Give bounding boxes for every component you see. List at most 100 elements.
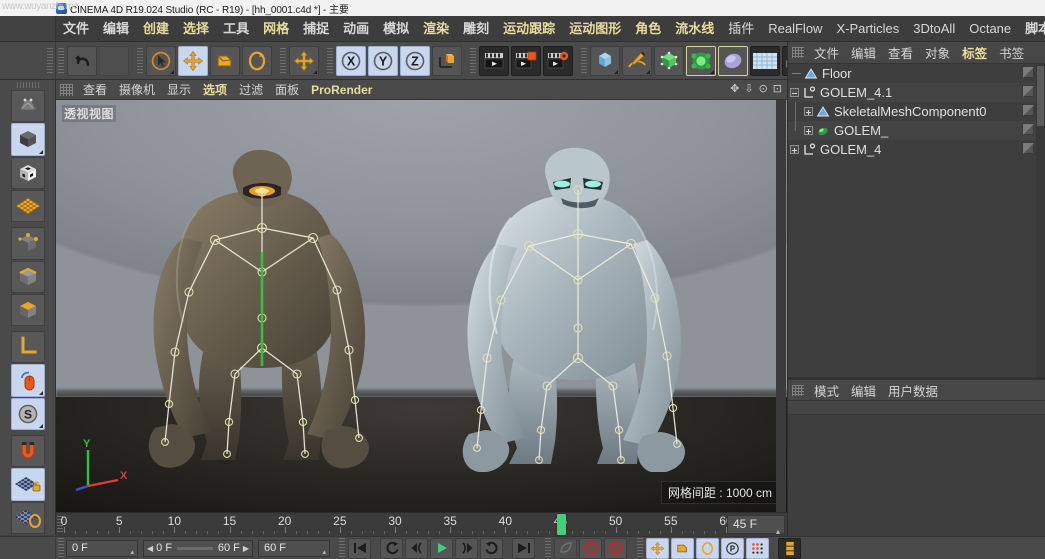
group-grip-axis-locks[interactable]: [327, 47, 333, 74]
menu-item-file[interactable]: 文件: [56, 16, 96, 41]
model-mode-button[interactable]: [10, 123, 45, 156]
expander-minus-golem-41[interactable]: [790, 88, 799, 97]
viewport-vertical-scrollbar[interactable]: [776, 100, 786, 512]
tool-popup-corner[interactable]: [170, 69, 174, 74]
menu-item-octane[interactable]: Octane: [962, 16, 1018, 41]
attribute-manager-body[interactable]: [788, 415, 1045, 530]
viewport-panel-icon[interactable]: [60, 83, 73, 96]
enable-snap-button[interactable]: [10, 435, 45, 468]
step-back-button[interactable]: [405, 537, 428, 559]
object-manager-panel-icon[interactable]: [792, 47, 804, 58]
viewport-menu-view[interactable]: 查看: [77, 81, 113, 98]
axis-popup-corner[interactable]: [313, 69, 317, 74]
soft-selection-button[interactable]: S: [10, 397, 45, 431]
lock-x-axis-button[interactable]: X: [336, 45, 366, 76]
live-selection-tool[interactable]: [146, 45, 176, 76]
spline-popup-corner[interactable]: [646, 69, 650, 74]
render-view-button[interactable]: [479, 45, 509, 76]
lock-z-axis-button[interactable]: Z: [400, 45, 430, 76]
deformer-popup-corner[interactable]: [710, 69, 714, 74]
toolbar-grip[interactable]: [47, 47, 53, 74]
menu-item-3dtoall[interactable]: 3DtoAll: [906, 16, 962, 41]
menu-item-mesh[interactable]: 网格: [256, 16, 296, 41]
om-menu-edit[interactable]: 编辑: [845, 43, 882, 62]
object-row-skeletal-mesh[interactable]: SkeletalMeshComponent0: [788, 102, 1045, 121]
polygon-mode-button[interactable]: [10, 293, 45, 327]
viewport-menu-panel[interactable]: 面板: [269, 81, 305, 98]
next-keyframe-button[interactable]: [480, 537, 503, 559]
perspective-viewport[interactable]: 透视视图 网格间距 : 1000 cm Y X: [56, 100, 787, 512]
golem-rock-character[interactable]: [131, 142, 391, 472]
menu-item-tools[interactable]: 工具: [216, 16, 256, 41]
menu-item-script[interactable]: 脚本: [1018, 16, 1045, 41]
group-grip-render[interactable]: [470, 47, 476, 74]
record-params-grip[interactable]: [637, 537, 643, 559]
menu-item-pipeline[interactable]: 流水线: [668, 16, 721, 41]
tag-icon[interactable]: [1022, 142, 1034, 154]
transport-grip[interactable]: [58, 537, 64, 559]
timeline-track[interactable]: 051015202530354045505560: [61, 513, 733, 536]
keyframe-selection-button[interactable]: [778, 537, 801, 559]
pan-icon[interactable]: ✥: [730, 84, 739, 95]
object-row-golem-4[interactable]: GOLEM_4: [788, 140, 1045, 159]
rotate-icon[interactable]: ⊙: [759, 84, 768, 95]
add-environment-button[interactable]: [750, 45, 780, 76]
play-mode-button[interactable]: [554, 537, 577, 559]
left-toolbar-grip[interactable]: [16, 82, 39, 88]
expander-plus-golem-4[interactable]: [790, 145, 799, 154]
attribute-manager-panel-icon[interactable]: [792, 384, 804, 396]
range-right-arrow[interactable]: ▶: [243, 544, 249, 553]
document-end-stepper[interactable]: ▴: [322, 545, 326, 559]
menu-item-mograph[interactable]: 运动图形: [562, 16, 628, 41]
object-manager-scrollbar[interactable]: [1036, 64, 1045, 377]
am-menu-edit[interactable]: 编辑: [845, 381, 882, 400]
viewport-menu-options[interactable]: 选项: [197, 81, 233, 98]
add-deformer-button[interactable]: [686, 45, 716, 76]
menu-item-select[interactable]: 选择: [176, 16, 216, 41]
current-frame-spinner[interactable]: ▴: [776, 523, 780, 536]
current-frame-stepper[interactable]: ▴: [130, 545, 134, 559]
play-button[interactable]: [430, 537, 453, 559]
menu-item-xparticles[interactable]: X-Particles: [829, 16, 906, 41]
lock-workplane-button[interactable]: [10, 468, 45, 501]
workplane-mode-button[interactable]: [10, 189, 45, 223]
move-tool[interactable]: [178, 45, 208, 76]
object-row-golem-underscore[interactable]: GOLEM_: [788, 121, 1045, 140]
menu-item-simulate[interactable]: 模拟: [376, 16, 416, 41]
om-menu-file[interactable]: 文件: [808, 43, 845, 62]
add-cube-button[interactable]: [590, 45, 620, 76]
menu-item-character[interactable]: 角色: [628, 16, 668, 41]
add-scene-object-button[interactable]: [718, 45, 748, 76]
record-rotation-button[interactable]: [696, 537, 719, 559]
menu-item-create[interactable]: 创建: [136, 16, 176, 41]
expander-plus-skeletal-mesh[interactable]: [804, 107, 813, 116]
scale-tool[interactable]: [210, 45, 240, 76]
previous-keyframe-button[interactable]: [380, 537, 403, 559]
cube-popup-corner[interactable]: [614, 69, 618, 74]
autokeying-button[interactable]: ?: [604, 537, 627, 559]
group-grip-tools[interactable]: [137, 47, 143, 74]
tag-icon[interactable]: [1022, 123, 1034, 135]
record-position-button[interactable]: [646, 537, 669, 559]
om-menu-bookmarks[interactable]: 书签: [993, 43, 1030, 62]
viewport-menu-display[interactable]: 显示: [161, 81, 197, 98]
record-parameter-button[interactable]: P: [721, 537, 744, 559]
world-coordinate-button[interactable]: [432, 45, 462, 76]
menu-item-motion-tracker[interactable]: 运动跟踪: [496, 16, 562, 41]
viewport-menu-cameras[interactable]: 摄像机: [113, 81, 161, 98]
group-grip-history[interactable]: [58, 47, 64, 74]
record-point-level-button[interactable]: [746, 537, 769, 559]
add-spline-button[interactable]: [622, 45, 652, 76]
om-menu-objects[interactable]: 对象: [919, 43, 956, 62]
lock-y-axis-button[interactable]: Y: [368, 45, 398, 76]
expander-plus-golem-underscore[interactable]: [804, 126, 813, 135]
playback-grip[interactable]: [339, 537, 345, 559]
om-menu-tags[interactable]: 标签: [956, 43, 993, 62]
scrollbar-thumb[interactable]: [1037, 66, 1044, 126]
object-manager-tree[interactable]: Floor GOLEM_4.1 SkeletalMeshComponent0 G…: [788, 64, 1045, 377]
rotate-tool[interactable]: [242, 45, 272, 76]
menu-item-plugins[interactable]: 插件: [721, 16, 761, 41]
record-grip[interactable]: [545, 537, 551, 559]
viewport-menu-prorender[interactable]: ProRender: [305, 83, 378, 97]
current-frame-field[interactable]: 45 F ▴: [727, 515, 785, 536]
